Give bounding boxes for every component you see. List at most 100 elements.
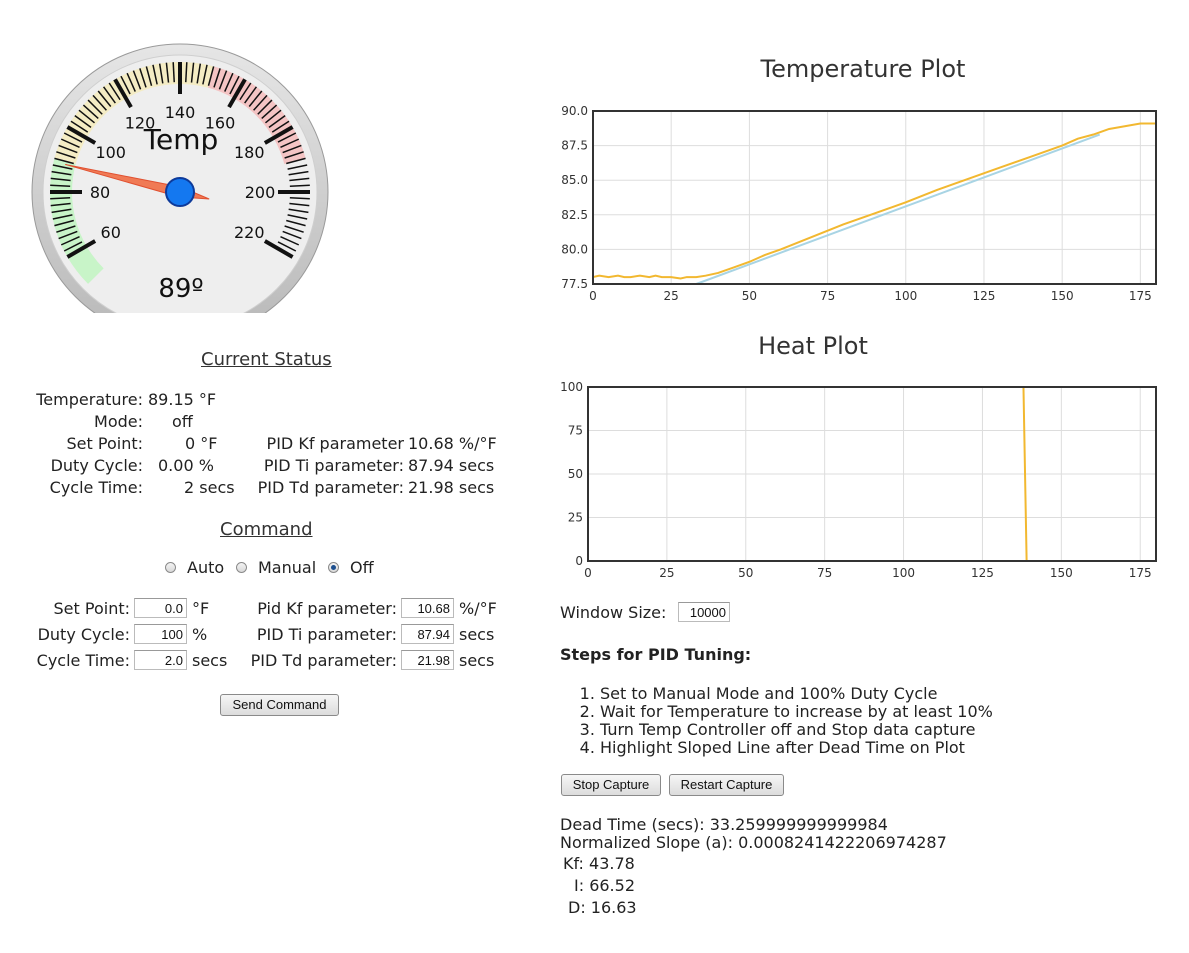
mode-manual-radio[interactable] xyxy=(236,562,247,573)
y-tick-label: 80.0 xyxy=(561,242,588,256)
status-mode-value: off xyxy=(172,412,193,431)
cmd-cycle-unit: secs xyxy=(192,651,228,670)
gauge-tick-label: 100 xyxy=(95,143,126,162)
setpoint-input[interactable] xyxy=(134,598,187,618)
pid-kf-input[interactable] xyxy=(401,598,454,618)
cmd-pid-td-unit: secs xyxy=(459,651,495,670)
heat-plot[interactable]: 0 25 50 75 100 125 150 175 0 25 50 75 100 xyxy=(550,372,1180,592)
status-pid-ti-value: 87.94 secs xyxy=(408,456,495,475)
x-tick-label: 125 xyxy=(973,289,996,303)
series-line xyxy=(695,133,1101,285)
gauge-hub xyxy=(165,177,195,207)
x-tick-label: 75 xyxy=(820,289,835,303)
x-tick-label: 25 xyxy=(659,566,674,580)
duty-cycle-input[interactable] xyxy=(134,624,187,644)
pid-td-input[interactable] xyxy=(401,650,454,670)
cmd-duty-label: Duty Cycle: xyxy=(37,625,130,644)
pid-ti-input[interactable] xyxy=(401,624,454,644)
send-command-button[interactable]: Send Command xyxy=(220,694,339,716)
dead-time-text: Dead Time (secs): 33.259999999999984 xyxy=(560,815,888,834)
normalized-slope-text: Normalized Slope (a): 0.0008241422206974… xyxy=(560,833,947,852)
heat-plot-title: Heat Plot xyxy=(758,332,868,360)
gauge-value: 89º xyxy=(158,274,203,304)
plot-frame xyxy=(592,110,1157,285)
gauge-tick-label: 220 xyxy=(234,223,265,242)
x-tick-label: 50 xyxy=(738,566,753,580)
mode-off-label[interactable]: Off xyxy=(350,558,374,577)
mode-manual-label[interactable]: Manual xyxy=(258,558,316,577)
cycle-time-input[interactable] xyxy=(134,650,187,670)
status-pid-td-value: 21.98 secs xyxy=(408,478,495,497)
steps-heading: Steps for PID Tuning: xyxy=(560,645,752,664)
x-tick-label: 25 xyxy=(664,289,679,303)
y-tick-label: 87.5 xyxy=(561,139,588,153)
x-tick-label: 75 xyxy=(817,566,832,580)
cmd-pid-td-label: PID Td parameter: xyxy=(250,651,397,670)
x-tick-label: 150 xyxy=(1051,289,1074,303)
x-tick-label: 100 xyxy=(892,566,915,580)
gauge-tick-label: 200 xyxy=(245,183,276,202)
x-tick-label: 100 xyxy=(894,289,917,303)
kf-result: Kf: 43.78 xyxy=(563,854,635,873)
cmd-pid-ti-label: PID Ti parameter: xyxy=(256,625,397,644)
mode-auto-radio[interactable] xyxy=(165,562,176,573)
temperature-plot-title: Temperature Plot xyxy=(760,55,966,83)
x-tick-label: 0 xyxy=(589,289,597,303)
status-pid-kf-value: 10.68 %/°F xyxy=(408,434,497,453)
y-tick-label: 100 xyxy=(560,380,583,394)
step-item: Set to Manual Mode and 100% Duty Cycle xyxy=(600,685,993,703)
d-result: D: 16.63 xyxy=(568,898,637,917)
step-item: Highlight Sloped Line after Dead Time on… xyxy=(600,739,993,757)
i-result: I: 66.52 xyxy=(574,876,635,895)
status-pid-td-label: PID Td parameter: xyxy=(257,478,404,497)
x-tick-label: 125 xyxy=(971,566,994,580)
cmd-pid-kf-unit: %/°F xyxy=(459,599,497,618)
window-size-label: Window Size: xyxy=(560,603,667,622)
status-pid-ti-label: PID Ti parameter: xyxy=(263,456,404,475)
steps-list: Set to Manual Mode and 100% Duty Cycle W… xyxy=(560,685,993,757)
cmd-pid-kf-label: Pid Kf parameter: xyxy=(257,599,397,618)
gauge-minor-tick xyxy=(50,184,71,187)
status-setpoint-label: Set Point: xyxy=(66,434,143,453)
gauge-title: Temp xyxy=(143,123,219,156)
gauge-minor-tick xyxy=(50,197,71,200)
temperature-gauge: 6080100120140160180200220 Temp 89º xyxy=(31,43,329,313)
mode-off-radio[interactable] xyxy=(328,562,339,573)
gauge-tick-label: 180 xyxy=(234,143,265,162)
y-tick-label: 75 xyxy=(568,424,583,438)
y-tick-label: 77.5 xyxy=(561,277,588,291)
status-cycle-value: 2 secs xyxy=(184,478,235,497)
cmd-pid-ti-unit: secs xyxy=(459,625,495,644)
step-item: Wait for Temperature to increase by at l… xyxy=(600,703,993,721)
status-pid-kf-label: PID Kf parameter xyxy=(266,434,404,453)
cmd-cycle-label: Cycle Time: xyxy=(36,651,130,670)
status-temperature-label: Temperature: xyxy=(36,390,143,409)
status-mode-label: Mode: xyxy=(94,412,143,431)
gauge-tick-label: 60 xyxy=(101,223,121,242)
y-tick-label: 82.5 xyxy=(561,208,588,222)
command-heading: Command xyxy=(220,519,313,540)
y-tick-label: 25 xyxy=(568,511,583,525)
x-tick-label: 50 xyxy=(742,289,757,303)
series-line xyxy=(592,122,1156,280)
x-tick-label: 175 xyxy=(1129,566,1152,580)
x-tick-label: 150 xyxy=(1050,566,1073,580)
status-temperature-value: 89.15 °F xyxy=(148,390,217,409)
x-tick-label: 175 xyxy=(1129,289,1152,303)
stop-capture-button[interactable]: Stop Capture xyxy=(561,774,661,796)
cmd-setpoint-unit: °F xyxy=(192,599,210,618)
y-tick-label: 85.0 xyxy=(561,173,588,187)
restart-capture-button[interactable]: Restart Capture xyxy=(669,774,784,796)
status-cycle-label: Cycle Time: xyxy=(49,478,143,497)
status-duty-label: Duty Cycle: xyxy=(50,456,143,475)
cmd-duty-unit: % xyxy=(192,625,208,644)
gauge-minor-tick xyxy=(289,197,310,200)
current-status-heading: Current Status xyxy=(201,349,332,370)
y-tick-label: 50 xyxy=(568,467,583,481)
cmd-setpoint-label: Set Point: xyxy=(53,599,130,618)
mode-auto-label[interactable]: Auto xyxy=(187,558,224,577)
temperature-plot[interactable]: 0 25 50 75 100 125 150 175 77.5 80.0 82.5 85.0 87.5 9… xyxy=(550,95,1180,315)
y-tick-label: 0 xyxy=(575,554,583,568)
gauge-minor-tick xyxy=(289,184,310,187)
window-size-input[interactable] xyxy=(678,602,730,622)
